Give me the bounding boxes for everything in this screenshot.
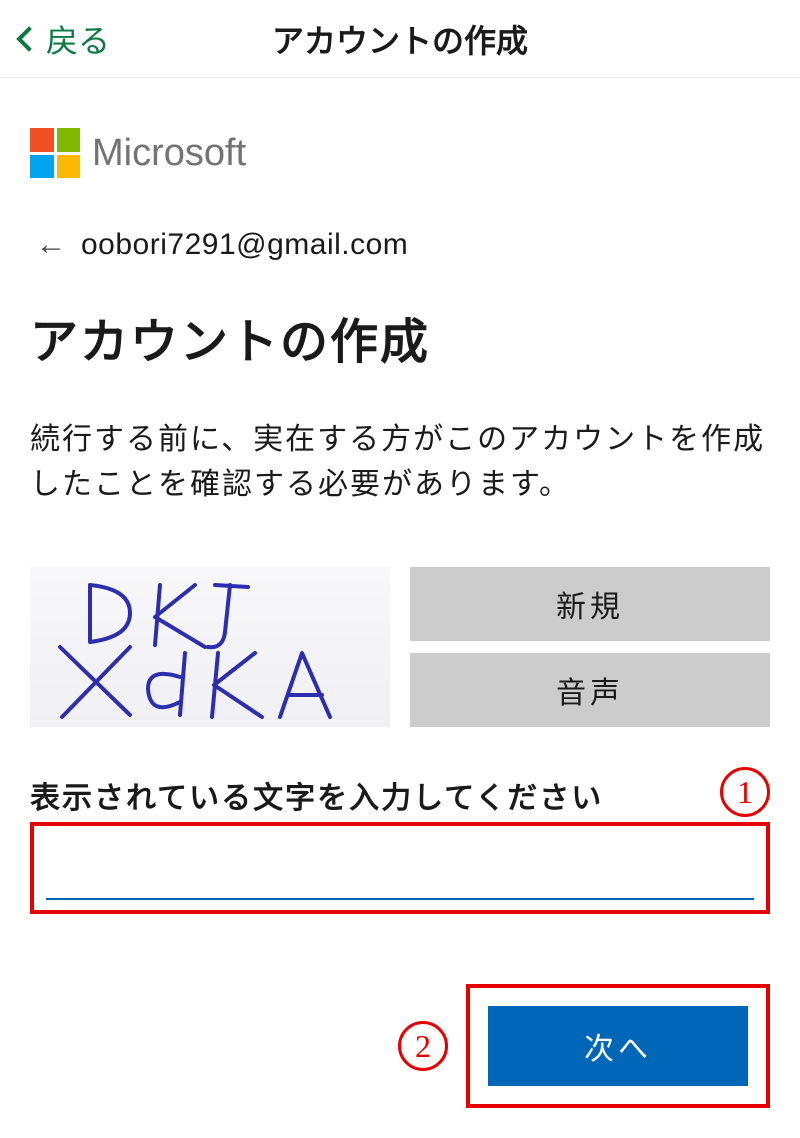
header-bar: 戻る アカウントの作成: [0, 0, 800, 78]
page-heading: アカウントの作成: [30, 302, 770, 372]
annotation-marker-1: 1: [720, 767, 770, 817]
back-label: 戻る: [46, 16, 110, 62]
back-button[interactable]: 戻る: [0, 16, 110, 62]
annotation-box-1: [30, 822, 770, 914]
main-content: Microsoft ← oobori7291@gmail.com アカウントの作…: [0, 78, 800, 1138]
captcha-glyphs-icon: [30, 567, 390, 727]
arrow-left-icon: ←: [36, 228, 66, 262]
captcha-input-label: 表示されている文字を入力してください: [30, 773, 603, 817]
email-address: oobori7291@gmail.com: [81, 228, 408, 262]
captcha-buttons: 新規 音声: [410, 567, 770, 727]
captcha-input[interactable]: [46, 842, 754, 900]
annotation-box-2: 次へ: [466, 984, 770, 1108]
captcha-new-button[interactable]: 新規: [410, 567, 770, 641]
annotation-marker-2: 2: [398, 1021, 448, 1071]
captcha-audio-button[interactable]: 音声: [410, 653, 770, 727]
next-button[interactable]: 次へ: [488, 1006, 748, 1086]
brand-name: Microsoft: [92, 132, 246, 175]
page-body-text: 続行する前に、実在する方がこのアカウントを作成したことを確認する必要があります。: [30, 417, 770, 507]
captcha-image: [30, 567, 390, 727]
page-title: アカウントの作成: [0, 16, 800, 62]
captcha-row: 新規 音声: [30, 567, 770, 727]
brand-row: Microsoft: [30, 128, 770, 178]
email-back-row[interactable]: ← oobori7291@gmail.com: [30, 228, 770, 262]
microsoft-logo-icon: [30, 128, 80, 178]
captcha-input-section: 表示されている文字を入力してください 1: [30, 767, 770, 914]
next-section: 2 次へ: [30, 984, 770, 1108]
chevron-left-icon: [16, 26, 41, 51]
